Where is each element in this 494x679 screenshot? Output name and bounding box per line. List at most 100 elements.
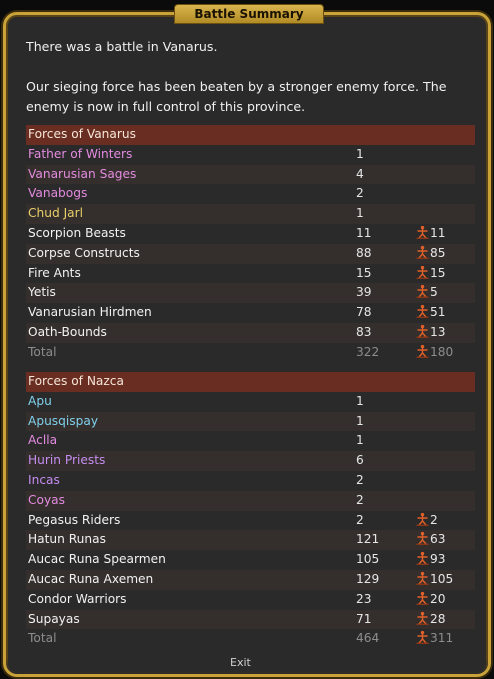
unit-count: 1 (356, 393, 364, 408)
fallen-soldier-icon (416, 284, 429, 299)
unit-row[interactable]: Hurin Priests 6 (26, 451, 475, 471)
unit-losses-value: 63 (430, 532, 446, 547)
message-location: There was a battle in Vanarus. (26, 39, 218, 54)
unit-name: Chud Jarl (28, 206, 84, 221)
unit-row[interactable]: Father of Winters 1 (26, 145, 475, 165)
fallen-soldier-icon (416, 245, 429, 259)
unit-losses-value: 28 (430, 611, 446, 626)
unit-name: Supayas (28, 611, 80, 626)
total-count: 322 (356, 344, 380, 359)
unit-count: 2 (356, 512, 364, 527)
total-row: Total 322 180 (26, 343, 475, 363)
total-losses: 180 (416, 343, 453, 363)
unit-row[interactable]: Vanarusian Sages 4 (26, 164, 475, 185)
unit-name: Hatun Runas (28, 532, 106, 547)
forces-header: Forces of Nazca (26, 372, 475, 392)
unit-row[interactable]: Aucac Runa Spearmen 105 93 (26, 550, 475, 570)
unit-row[interactable]: Apu 1 (26, 392, 475, 412)
unit-losses-value: 51 (430, 305, 446, 320)
fallen-soldier-icon (416, 591, 429, 605)
fallen-soldier-icon (416, 225, 429, 239)
unit-row[interactable]: Corpse Constructs 88 85 (26, 243, 475, 264)
total-losses-value: 180 (430, 344, 454, 359)
unit-row[interactable]: Apusqispay 1 (26, 411, 475, 432)
unit-name: Coyas (28, 492, 65, 507)
unit-name: Scorpion Beasts (28, 225, 126, 240)
unit-row[interactable]: Pegasus Riders 2 2 (26, 511, 475, 531)
unit-name: Condor Warriors (28, 591, 127, 606)
unit-count: 88 (356, 245, 372, 260)
unit-losses: 15 (416, 264, 446, 284)
dialog-title: Battle Summary (174, 4, 324, 24)
unit-losses: 2 (416, 511, 438, 531)
unit-count: 11 (356, 225, 372, 240)
unit-name: Vanabogs (28, 186, 88, 201)
forces-table-vanarus: Forces of Vanarus Father of Winters 1 Vanar… (26, 125, 475, 363)
unit-count: 1 (356, 413, 364, 428)
unit-row[interactable]: Supayas 71 28 (26, 609, 475, 630)
forces-header: Forces of Vanarus (26, 125, 475, 145)
unit-row[interactable]: Aucac Runa Axemen 129 105 (26, 569, 475, 590)
unit-count: 71 (356, 611, 372, 626)
fallen-soldier-icon (416, 571, 429, 585)
unit-count: 1 (356, 206, 364, 221)
unit-losses-value: 11 (430, 225, 446, 240)
total-losses: 311 (416, 629, 453, 649)
unit-name: Incas (28, 472, 60, 487)
unit-row[interactable]: Fire Ants 15 15 (26, 264, 475, 284)
unit-row[interactable]: Hatun Runas 121 63 (26, 530, 475, 551)
unit-row[interactable]: Chud Jarl 1 (26, 204, 475, 224)
unit-name: Yetis (28, 285, 56, 300)
unit-count: 83 (356, 324, 372, 339)
unit-losses: 11 (416, 224, 446, 244)
unit-row[interactable]: Yetis 39 5 (26, 283, 475, 304)
unit-losses-value: 5 (430, 285, 438, 300)
unit-count: 78 (356, 305, 372, 320)
total-label: Total (28, 631, 57, 646)
unit-row[interactable]: Condor Warriors 23 20 (26, 590, 475, 610)
unit-name: Aucac Runa Spearmen (28, 552, 166, 567)
unit-losses: 28 (416, 610, 446, 630)
unit-name: Oath-Bounds (28, 324, 107, 339)
unit-losses-value: 85 (430, 245, 446, 260)
unit-name: Vanarusian Hirdmen (28, 305, 152, 320)
fallen-soldier-icon (416, 531, 429, 546)
total-row: Total 464 311 (26, 629, 475, 649)
fallen-soldier-icon (416, 344, 429, 358)
unit-losses: 93 (416, 550, 446, 570)
unit-name: Father of Winters (28, 146, 133, 161)
unit-losses: 85 (416, 244, 446, 264)
total-count: 464 (356, 631, 380, 646)
fallen-soldier-icon (416, 611, 429, 625)
unit-losses-value: 20 (430, 591, 446, 606)
unit-losses-value: 105 (430, 571, 454, 586)
unit-count: 4 (356, 166, 364, 181)
unit-losses-value: 15 (430, 265, 446, 280)
unit-count: 105 (356, 552, 380, 567)
exit-button[interactable]: Exit (230, 656, 251, 669)
unit-row[interactable]: Aclla 1 (26, 431, 475, 451)
battle-summary-dialog: There was a battle in Vanarus. Our siegi… (3, 12, 491, 677)
unit-count: 1 (356, 146, 364, 161)
unit-losses: 20 (416, 590, 446, 610)
forces-header-label: Forces of Nazca (28, 374, 124, 388)
unit-count: 2 (356, 186, 364, 201)
unit-row[interactable]: Scorpion Beasts 11 11 (26, 224, 475, 244)
unit-losses-value: 13 (430, 324, 446, 339)
unit-count: 6 (356, 453, 364, 468)
unit-losses: 105 (416, 570, 453, 590)
unit-row[interactable]: Incas 2 (26, 471, 475, 491)
unit-row[interactable]: Coyas 2 (26, 490, 475, 511)
unit-row[interactable]: Vanarusian Hirdmen 78 51 (26, 303, 475, 323)
unit-count: 2 (356, 472, 364, 487)
unit-name: Corpse Constructs (28, 245, 140, 260)
unit-losses: 13 (416, 323, 446, 343)
unit-count: 39 (356, 285, 372, 300)
unit-losses: 63 (416, 530, 446, 550)
forces-table-nazca: Forces of Nazca Apu 1 Apusqispay 1 Aclla 1 Huri… (26, 372, 475, 649)
unit-name: Aucac Runa Axemen (28, 571, 154, 586)
forces-header-label: Forces of Vanarus (28, 127, 136, 141)
unit-row[interactable]: Oath-Bounds 83 13 (26, 322, 475, 343)
fallen-soldier-icon (416, 265, 429, 279)
unit-row[interactable]: Vanabogs 2 (26, 184, 475, 204)
